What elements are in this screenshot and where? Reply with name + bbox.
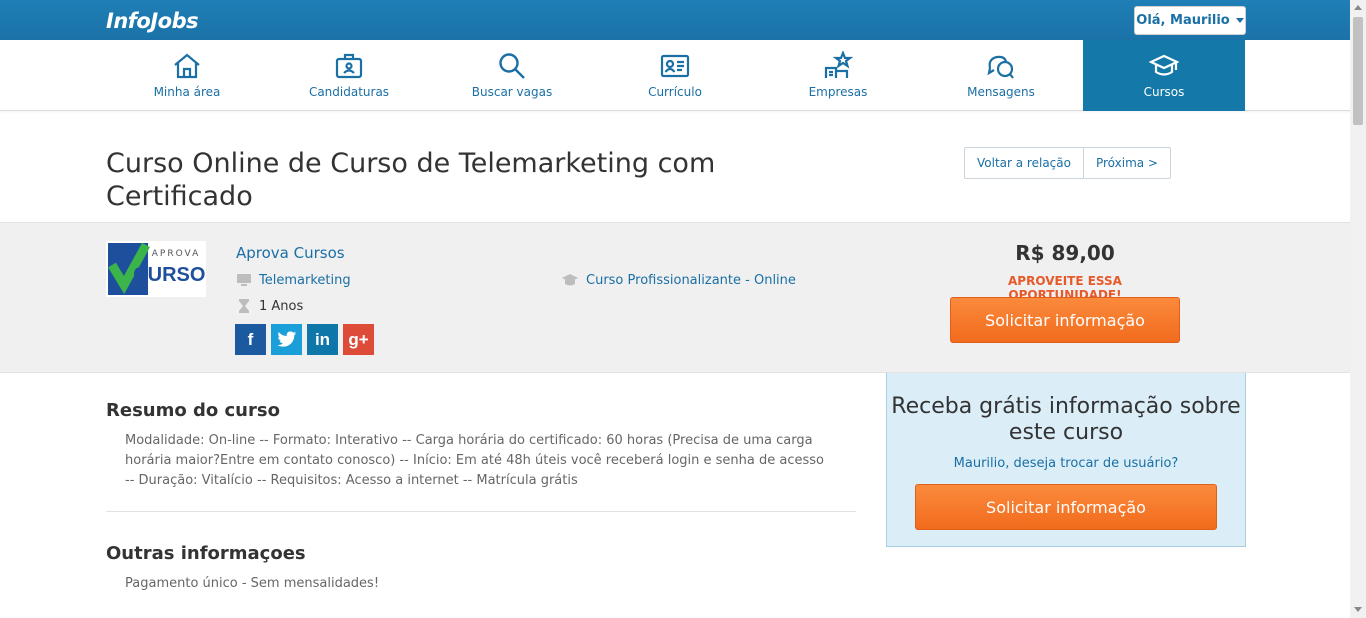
section-divider (106, 511, 856, 512)
infojobs-logo[interactable]: InfoJobs (106, 9, 199, 33)
facebook-share-button[interactable]: f (235, 324, 266, 355)
share-buttons: f in g+ (235, 324, 374, 355)
monitor-icon (237, 274, 251, 286)
page-title: Curso Online de Curso de Telemarketing c… (106, 148, 716, 212)
scroll-down-arrow-icon[interactable] (1354, 607, 1362, 612)
twitter-icon (276, 331, 296, 347)
nav-label: Mensagens (967, 85, 1035, 99)
nav-item-mensagens[interactable]: Mensagens (920, 40, 1082, 111)
chevron-down-icon (1235, 18, 1244, 23)
top-bar: InfoJobs Olá, Maurilio (0, 0, 1350, 40)
scrollbar[interactable] (1350, 0, 1366, 618)
graduation-cap-icon (1149, 54, 1179, 76)
nav-item-buscar-vagas[interactable]: Buscar vagas (431, 40, 593, 111)
school-logo-text-bottom: CURSOS (133, 264, 206, 286)
category-row: Telemarketing (236, 272, 351, 288)
duration-value: 1 Anos (259, 298, 304, 314)
nav-item-minha-area[interactable]: Minha área (106, 40, 268, 111)
school-name-link[interactable]: Aprova Cursos (236, 244, 345, 262)
home-icon (174, 53, 200, 79)
other-info-text: Pagamento único - Sem mensalidades! (125, 576, 380, 591)
nav-label: Candidaturas (308, 85, 390, 99)
summary-heading: Resumo do curso (106, 400, 280, 421)
nav-label: Currículo (648, 85, 702, 99)
school-logo-text-top: APROVA (152, 249, 201, 259)
main-nav: Minha área Candidaturas Buscar vagas Cur… (0, 40, 1350, 111)
other-info-heading: Outras informaçoes (106, 543, 306, 564)
nav-item-candidaturas[interactable]: Candidaturas (268, 40, 430, 111)
sidebar-request-info-button[interactable]: Solicitar informação (915, 484, 1217, 530)
course-type-link[interactable]: Curso Profissionalizante (586, 273, 741, 288)
graduation-cap-icon (562, 274, 578, 286)
change-user-link[interactable]: Maurilio, deseja trocar de usuário? (887, 456, 1245, 471)
user-greeting: Olá, Maurilio (1136, 13, 1230, 28)
course-info-band: APROVA CURSOS Aprova Cursos Telemarketin… (0, 222, 1350, 373)
linkedin-share-button[interactable]: in (307, 324, 338, 355)
next-link[interactable]: Próxima > (1082, 148, 1170, 178)
type-row: Curso Profissionalizante - Online (561, 272, 796, 288)
nav-label: Cursos (1143, 85, 1185, 99)
scroll-up-arrow-icon[interactable] (1354, 5, 1362, 10)
info-request-box: Receba grátis informação sobre este curs… (886, 373, 1246, 547)
nav-item-empresas[interactable]: Empresas (757, 40, 919, 111)
summary-text: Modalidade: On-line -- Formato: Interati… (125, 433, 824, 488)
building-star-icon (824, 51, 853, 78)
modality-link[interactable]: Online (754, 273, 796, 288)
googleplus-share-button[interactable]: g+ (343, 324, 374, 355)
nav-label: Buscar vagas (471, 85, 553, 99)
twitter-share-button[interactable] (271, 324, 302, 355)
chat-bubbles-icon (987, 55, 1014, 79)
id-card-icon (660, 54, 690, 78)
nav-item-curriculo[interactable]: Currículo (594, 40, 756, 111)
user-menu-button[interactable]: Olá, Maurilio (1134, 6, 1246, 35)
course-price: R$ 89,00 (1015, 241, 1115, 265)
hourglass-icon (239, 299, 249, 313)
school-logo[interactable]: APROVA CURSOS (106, 241, 219, 297)
info-request-heading: Receba grátis informação sobre este curs… (891, 394, 1241, 445)
briefcase-icon (335, 53, 363, 79)
type-separator: - (741, 272, 754, 288)
back-to-list-link[interactable]: Voltar a relação (965, 148, 1083, 178)
request-info-button[interactable]: Solicitar informação (950, 297, 1180, 343)
scrollbar-thumb[interactable] (1353, 17, 1363, 125)
result-pager: Voltar a relação Próxima > (964, 147, 1171, 179)
nav-item-cursos[interactable]: Cursos (1083, 40, 1245, 111)
category-link[interactable]: Telemarketing (259, 273, 351, 288)
nav-label: Minha área (153, 85, 221, 99)
nav-label: Empresas (808, 85, 868, 99)
search-icon (499, 53, 525, 79)
duration-row: 1 Anos (236, 298, 303, 314)
